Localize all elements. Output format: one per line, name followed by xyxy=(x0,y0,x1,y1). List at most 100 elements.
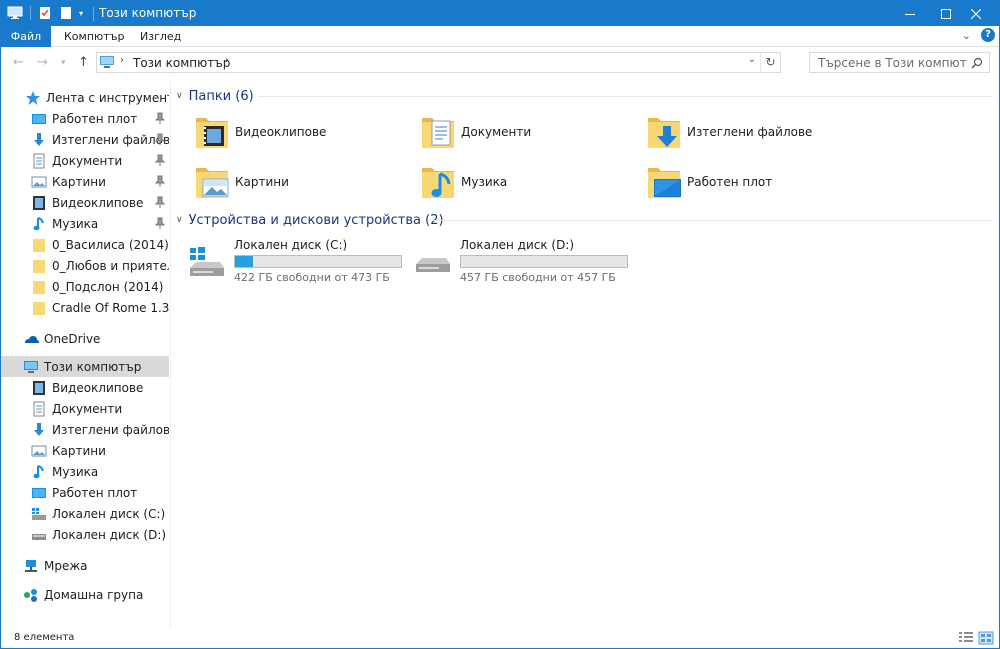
this-pc-icon xyxy=(7,6,23,19)
nav-pc-downloads[interactable]: Изтеглени файлове xyxy=(1,419,169,440)
this-pc-icon xyxy=(100,56,114,68)
nav-label: Картини xyxy=(52,174,106,189)
drive-name: Локален диск (D:) xyxy=(460,238,575,252)
drive-free-space: 457 ГБ свободни от 457 ГБ xyxy=(460,271,616,284)
breadcrumb-chevron-icon[interactable]: › xyxy=(120,55,124,66)
properties-icon[interactable] xyxy=(37,5,53,21)
group-divider xyxy=(430,220,993,221)
details-view-icon[interactable] xyxy=(958,631,974,645)
nav-pc-videos[interactable]: Видеоклипове xyxy=(1,377,169,398)
nav-pc-music[interactable]: Музика xyxy=(1,461,169,482)
folder-label: Картини xyxy=(235,175,289,189)
nav-pc-drive-d[interactable]: Локален диск (D:) xyxy=(1,524,169,545)
back-icon[interactable]: ← xyxy=(13,55,24,70)
pin-icon[interactable] xyxy=(155,133,165,145)
collapse-icon[interactable]: ∨ xyxy=(176,91,183,101)
folder-tile-videos[interactable]: Видеоклипове xyxy=(172,110,392,154)
videos-folder-icon xyxy=(196,118,228,148)
nav-recent-folder[interactable]: 0_Любов и приятелство xyxy=(1,255,169,276)
collapse-icon[interactable]: ∨ xyxy=(176,215,183,225)
nav-network[interactable]: Мрежа xyxy=(1,555,169,576)
search-icon[interactable] xyxy=(971,57,983,69)
breadcrumb-this-pc[interactable]: Този компютър xyxy=(133,56,230,70)
drive-tile-d[interactable]: Локален диск (D:) 457 ГБ свободни от 457… xyxy=(398,238,628,286)
up-icon[interactable]: ↑ xyxy=(78,55,89,70)
refresh-icon[interactable]: ↻ xyxy=(760,53,780,72)
folder-tile-downloads[interactable]: Изтеглени файлове xyxy=(624,110,844,154)
nav-pc-desktop[interactable]: Работен плот xyxy=(1,482,169,503)
navigation-pane: Лента с инструменти за Работен плот Изте… xyxy=(1,79,171,628)
videos-icon xyxy=(33,195,45,210)
folder-tile-music[interactable]: Музика xyxy=(398,160,618,204)
onedrive-cloud-icon xyxy=(25,335,39,343)
nav-pc-pictures[interactable]: Картини xyxy=(1,440,169,461)
drive-tile-c[interactable]: Локален диск (C:) 422 ГБ свободни от 473… xyxy=(172,238,402,286)
pin-icon[interactable] xyxy=(155,196,165,208)
nav-label: Мрежа xyxy=(44,558,88,573)
item-count: 8 елемента xyxy=(14,632,75,643)
pin-icon[interactable] xyxy=(155,175,165,187)
help-icon[interactable]: ? xyxy=(981,28,995,42)
nav-pinned-downloads[interactable]: Изтеглени файлове xyxy=(1,129,169,150)
nav-pinned-documents[interactable]: Документи xyxy=(1,150,169,171)
nav-pinned-desktop[interactable]: Работен плот xyxy=(1,108,169,129)
minimize-icon xyxy=(905,13,915,15)
nav-pinned-pictures[interactable]: Картини xyxy=(1,171,169,192)
folders-group-header[interactable]: ∨ Папки (6) xyxy=(176,86,254,106)
pin-icon[interactable] xyxy=(155,217,165,229)
devices-group-header[interactable]: ∨ Устройства и дискови устройства (2) xyxy=(176,210,444,230)
folder-tile-documents[interactable]: Документи xyxy=(398,110,618,154)
folder-icon xyxy=(33,301,45,315)
content-area: ∨ Папки (6) Видеоклипове Документи Изтег… xyxy=(172,79,999,628)
title-separator xyxy=(93,7,94,21)
explorer-window: ▾ Този компютър Файл Компютър Изглед ⌄ ?… xyxy=(0,0,1000,649)
folder-label: Видеоклипове xyxy=(235,125,327,139)
window-title: Този компютър xyxy=(99,6,197,20)
new-folder-icon[interactable] xyxy=(58,5,74,21)
nav-pinned-videos[interactable]: Видеоклипове xyxy=(1,192,169,213)
folder-tile-desktop[interactable]: Работен плот xyxy=(624,160,844,204)
folder-tile-pictures[interactable]: Картини xyxy=(172,160,392,204)
nav-label: Картини xyxy=(52,443,106,458)
title-bar: ▾ Този компютър xyxy=(1,1,999,26)
nav-label: Документи xyxy=(52,401,123,416)
nav-recent-folder[interactable]: 0_Василиса (2014) xyxy=(1,234,169,255)
nav-homegroup[interactable]: Домашна група xyxy=(1,584,169,605)
pin-icon[interactable] xyxy=(155,154,165,166)
nav-onedrive[interactable]: OneDrive xyxy=(1,328,169,349)
folder-label: Музика xyxy=(461,175,508,189)
nav-label: Изтеглени файлове xyxy=(52,422,169,437)
breadcrumb-chevron-icon[interactable]: › xyxy=(225,55,229,66)
nav-label: Cradle Of Rome 1.30 xyxy=(52,300,169,315)
nav-recent-folder[interactable]: Cradle Of Rome 1.30 xyxy=(1,297,169,318)
nav-label: OneDrive xyxy=(44,331,101,346)
forward-icon[interactable]: → xyxy=(37,55,48,70)
star-icon xyxy=(26,90,40,105)
drive-name: Локален диск (C:) xyxy=(234,238,348,252)
search-input[interactable] xyxy=(809,52,990,73)
close-button[interactable] xyxy=(953,1,999,26)
expand-ribbon-icon[interactable]: ⌄ xyxy=(962,29,971,42)
nav-label: Домашна група xyxy=(44,587,144,602)
drive-usage-fill xyxy=(235,256,253,267)
pin-icon[interactable] xyxy=(155,112,165,124)
nav-recent-folder[interactable]: 0_Подслон (2014) xyxy=(1,276,169,297)
nav-label: 0_Любов и приятелство xyxy=(52,258,169,273)
tab-file[interactable]: Файл xyxy=(1,26,51,47)
nav-label: Работен плот xyxy=(52,485,138,500)
nav-this-pc[interactable]: Този компютър xyxy=(1,356,169,377)
tab-computer[interactable]: Компютър xyxy=(53,26,135,47)
address-bar[interactable]: › Този компютър › ⌄ ↻ xyxy=(96,52,781,73)
large-icons-view-icon[interactable] xyxy=(978,631,994,645)
nav-pc-drive-c[interactable]: Локален диск (C:) xyxy=(1,503,169,524)
toolbar-separator xyxy=(30,6,31,20)
videos-icon xyxy=(33,380,45,395)
nav-quick-access[interactable]: Лента с инструменти за xyxy=(1,87,169,108)
address-dropdown-icon[interactable]: ⌄ xyxy=(748,54,756,65)
desktop-icon xyxy=(32,487,46,498)
tab-view[interactable]: Изглед xyxy=(129,26,192,47)
customize-toolbar-icon[interactable]: ▾ xyxy=(79,9,83,18)
recent-locations-icon[interactable]: ▾ xyxy=(61,58,66,68)
nav-pc-documents[interactable]: Документи xyxy=(1,398,169,419)
nav-pinned-music[interactable]: Музика xyxy=(1,213,169,234)
